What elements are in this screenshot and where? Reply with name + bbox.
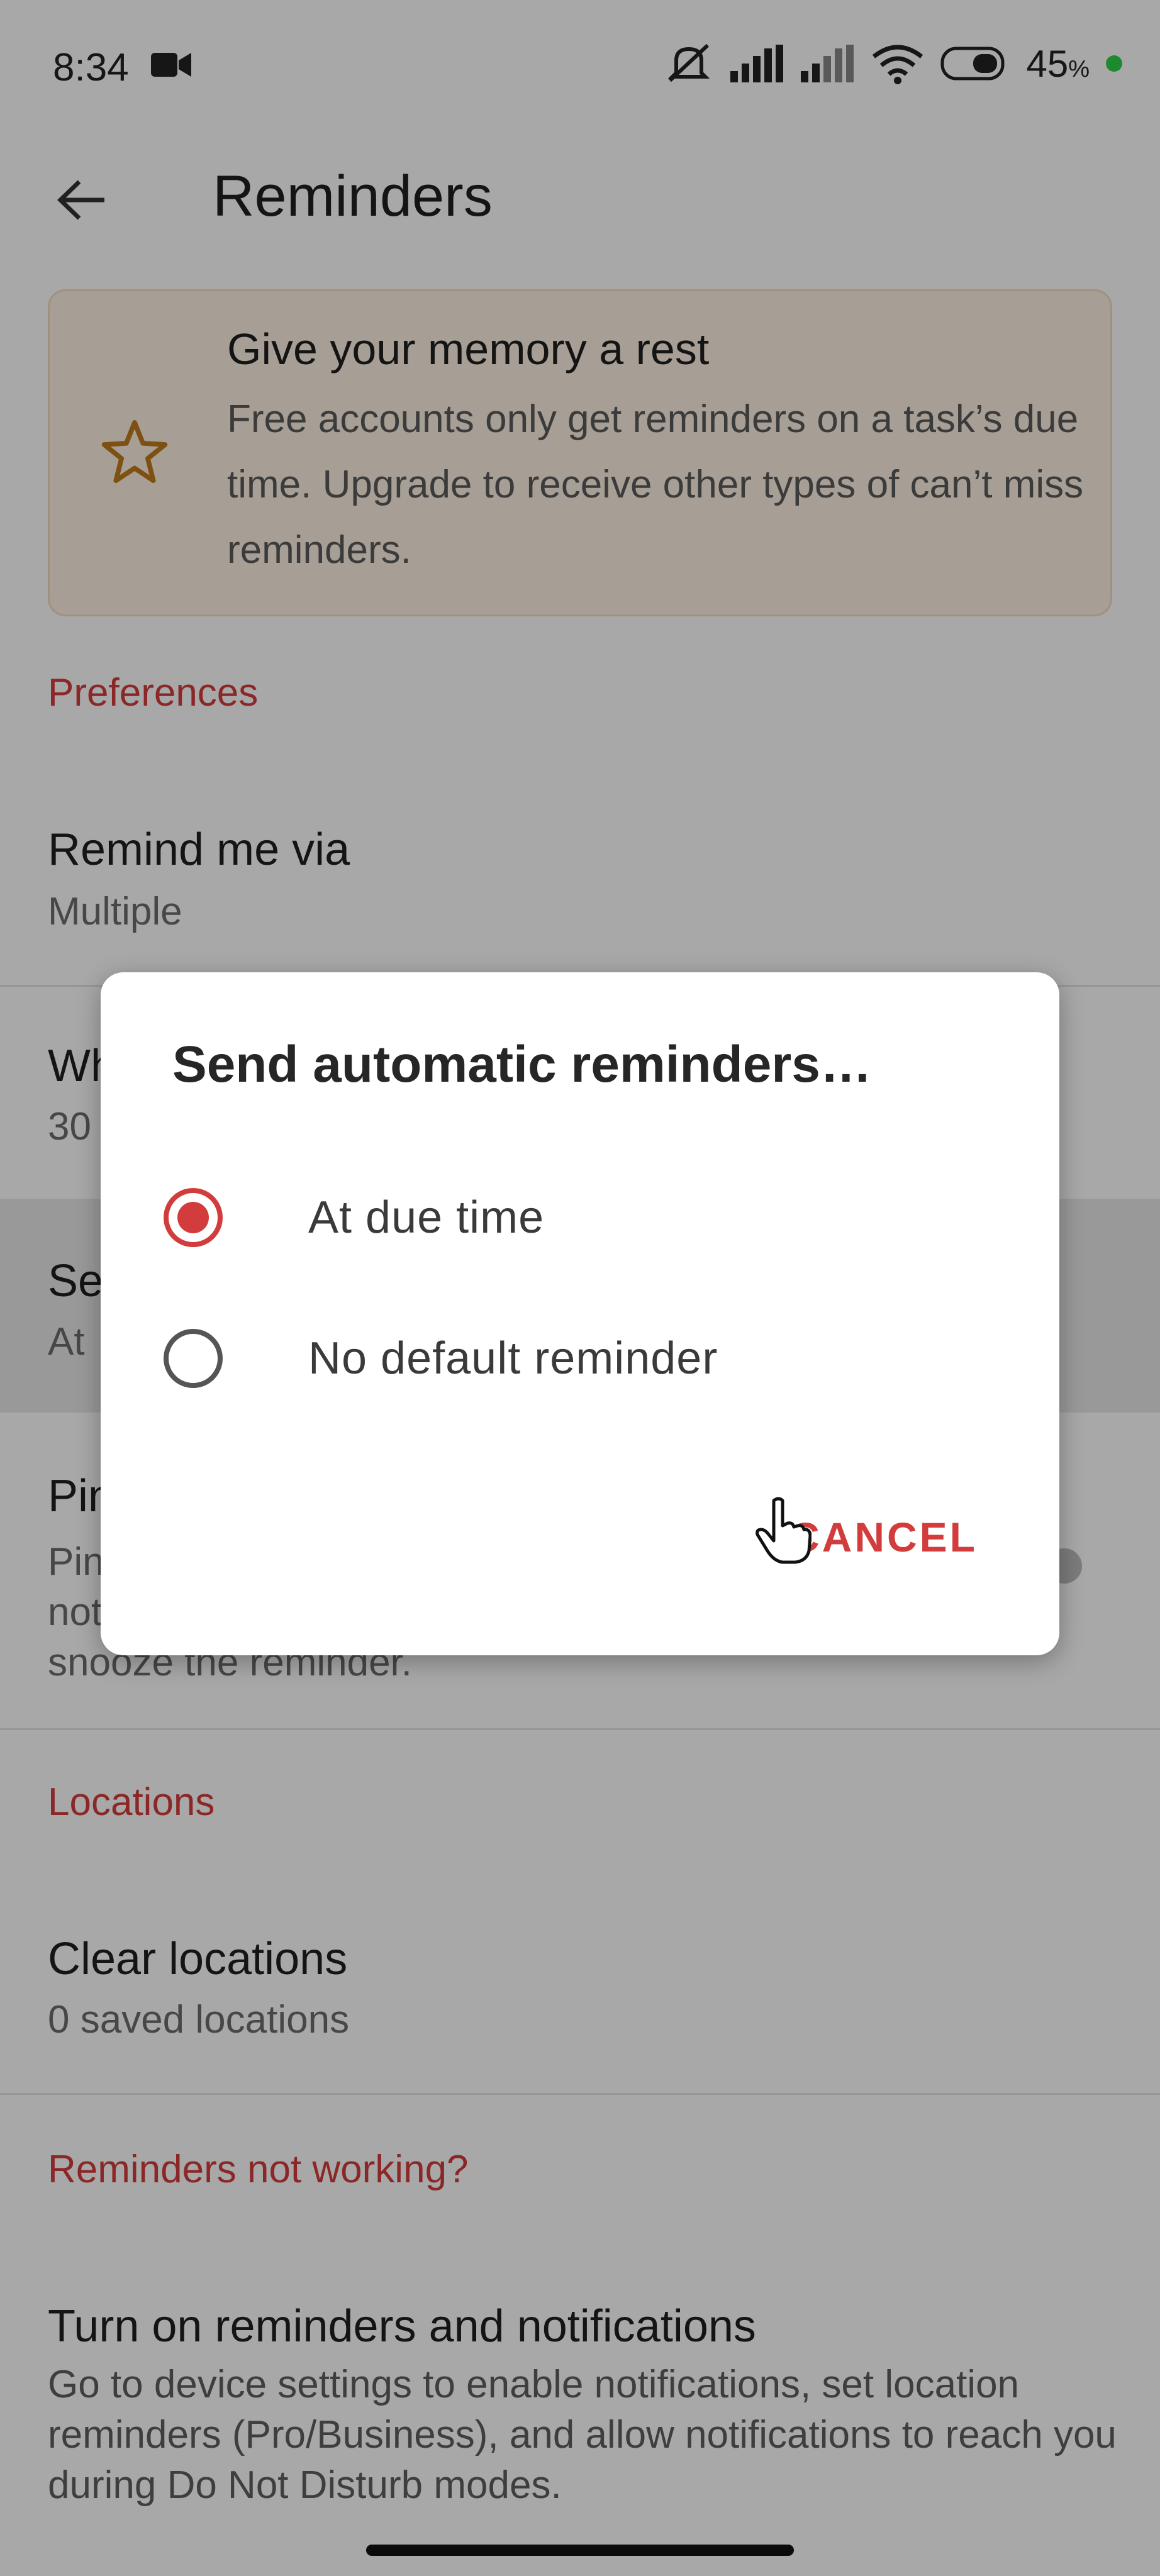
option-label: No default reminder: [308, 1333, 718, 1384]
option-no-default-reminder[interactable]: No default reminder: [164, 1296, 1000, 1421]
radio-dot: [177, 1202, 209, 1233]
radio-button-selected[interactable]: [164, 1188, 223, 1247]
dialog-title: Send automatic reminders…: [172, 1036, 872, 1093]
screen: 8:34 45% Reminders Give your memory a re…: [0, 0, 1160, 2576]
option-at-due-time[interactable]: At due time: [164, 1155, 1000, 1280]
radio-button[interactable]: [164, 1329, 223, 1388]
hand-cursor-icon: [756, 1497, 811, 1564]
option-label: At due time: [308, 1192, 545, 1243]
send-reminders-dialog: Send automatic reminders… At due time No…: [101, 972, 1059, 1655]
cancel-button[interactable]: CANCEL: [789, 1513, 978, 1561]
